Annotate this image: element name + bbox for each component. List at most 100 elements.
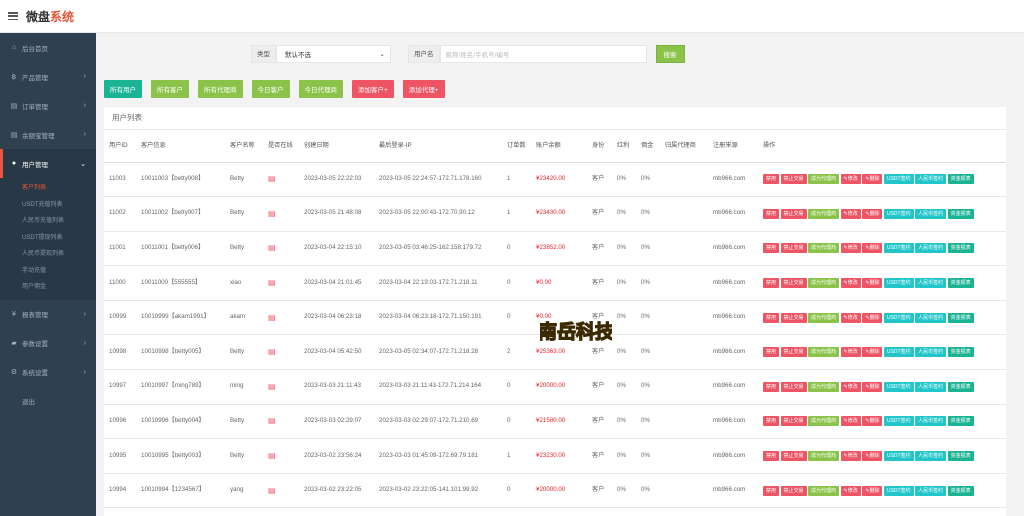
action-button[interactable]: 人民币签约 xyxy=(915,347,947,358)
action-button[interactable]: 禁止交易 xyxy=(780,278,807,289)
action-button[interactable]: ✎删除 xyxy=(862,416,883,427)
action-button[interactable]: 资金报表 xyxy=(947,451,974,462)
action-button[interactable]: 资金报表 xyxy=(947,174,974,185)
action-button[interactable]: ✎删除 xyxy=(862,451,883,462)
filter-button[interactable]: 添加客户+ xyxy=(352,80,394,98)
action-button[interactable]: 成为代理商 xyxy=(808,243,840,254)
submenu-item[interactable]: 人民币提现列表 xyxy=(0,246,96,263)
sidebar-item-3[interactable]: ▤ 余额宝管理 › xyxy=(0,120,96,149)
sidebar-item-2[interactable]: ▤ 订单管理 › xyxy=(0,91,96,120)
sidebar-item-4[interactable]: ● 用户管理 ⌄ xyxy=(0,149,96,178)
search-button[interactable]: 搜索 xyxy=(655,45,685,63)
action-button[interactable]: 成为代理商 xyxy=(808,485,840,496)
action-button[interactable]: ✎修改 xyxy=(840,312,861,323)
sidebar-item-b0[interactable]: ¥ 报表管理 › xyxy=(0,300,96,329)
action-button[interactable]: ✎删除 xyxy=(862,312,883,323)
action-button[interactable]: 成为代理商 xyxy=(808,312,840,323)
submenu-item[interactable]: USDT提现列表 xyxy=(0,230,96,247)
action-button[interactable]: 禁用 xyxy=(763,485,780,496)
action-button[interactable]: 人民币签约 xyxy=(915,485,947,496)
action-button[interactable]: 人民币签约 xyxy=(915,174,947,185)
action-button[interactable]: 成为代理商 xyxy=(808,174,840,185)
action-button[interactable]: 禁止交易 xyxy=(780,208,807,219)
sidebar-item-b2[interactable]: ⚙ 系统设置 › xyxy=(0,358,96,387)
action-button[interactable]: ✎修改 xyxy=(840,174,861,185)
action-button[interactable]: ✎删除 xyxy=(862,485,883,496)
action-button[interactable]: ✎删除 xyxy=(862,278,883,289)
action-button[interactable]: ✎删除 xyxy=(862,381,883,392)
action-button[interactable]: USDT签约 xyxy=(883,312,914,323)
action-button[interactable]: 禁用 xyxy=(763,208,780,219)
action-button[interactable]: USDT签约 xyxy=(883,243,914,254)
action-button[interactable]: ✎修改 xyxy=(840,347,861,358)
menu-toggle-icon[interactable] xyxy=(8,12,18,20)
filter-button[interactable]: 添加代理+ xyxy=(402,80,445,98)
action-button[interactable]: ✎修改 xyxy=(840,243,861,254)
filter-button[interactable]: 今日客户 xyxy=(251,80,290,98)
action-button[interactable]: 禁用 xyxy=(763,347,780,358)
action-button[interactable]: USDT签约 xyxy=(883,485,914,496)
action-button[interactable]: 资金报表 xyxy=(947,312,974,323)
sidebar-item-b3[interactable]: 退出 xyxy=(0,387,96,416)
action-button[interactable]: 禁止交易 xyxy=(780,243,807,254)
action-button[interactable]: 人民币签约 xyxy=(915,243,947,254)
action-button[interactable]: 禁止交易 xyxy=(780,174,807,185)
submenu-item[interactable]: USDT充值列表 xyxy=(0,197,96,214)
filter-button[interactable]: 所有用户 xyxy=(104,80,142,98)
action-button[interactable]: ✎修改 xyxy=(840,485,861,496)
action-button[interactable]: ✎修改 xyxy=(840,451,861,462)
action-button[interactable]: 成为代理商 xyxy=(808,416,840,427)
action-button[interactable]: ✎删除 xyxy=(862,347,883,358)
action-button[interactable]: ✎删除 xyxy=(862,243,883,254)
action-button[interactable]: 资金报表 xyxy=(947,243,974,254)
action-button[interactable]: 资金报表 xyxy=(947,416,974,427)
sidebar-item-0[interactable]: ⌂ 后台首页 xyxy=(0,33,96,62)
action-button[interactable]: 人民币签约 xyxy=(915,208,947,219)
action-button[interactable]: USDT签约 xyxy=(883,451,914,462)
action-button[interactable]: 人民币签约 xyxy=(915,451,947,462)
submenu-item[interactable]: 客户列表 xyxy=(0,180,96,197)
action-button[interactable]: 禁止交易 xyxy=(780,312,807,323)
action-button[interactable]: 资金报表 xyxy=(947,278,974,289)
action-button[interactable]: ✎修改 xyxy=(840,208,861,219)
action-button[interactable]: USDT签约 xyxy=(883,347,914,358)
action-button[interactable]: 资金报表 xyxy=(947,208,974,219)
submenu-item[interactable]: 手动充值 xyxy=(0,263,96,280)
action-button[interactable]: 人民币签约 xyxy=(915,278,947,289)
action-button[interactable]: 成为代理商 xyxy=(808,381,840,392)
action-button[interactable]: ✎修改 xyxy=(840,278,861,289)
action-button[interactable]: 资金报表 xyxy=(947,485,974,496)
submenu-item[interactable]: 用户佣金 xyxy=(0,279,96,296)
action-button[interactable]: 人民币签约 xyxy=(915,416,947,427)
action-button[interactable]: 成为代理商 xyxy=(808,451,840,462)
action-button[interactable]: 禁用 xyxy=(763,243,780,254)
action-button[interactable]: ✎删除 xyxy=(862,208,883,219)
sidebar-item-1[interactable]: ฿ 产品管理 › xyxy=(0,62,96,91)
action-button[interactable]: 禁用 xyxy=(763,312,780,323)
action-button[interactable]: 人民币签约 xyxy=(915,312,947,323)
action-button[interactable]: ✎修改 xyxy=(840,381,861,392)
sidebar-item-b1[interactable]: ▰ 参数设置 › xyxy=(0,329,96,358)
action-button[interactable]: USDT签约 xyxy=(883,416,914,427)
action-button[interactable]: 资金报表 xyxy=(947,347,974,358)
action-button[interactable]: 成为代理商 xyxy=(808,208,840,219)
username-input[interactable]: 昵称/姓名/手机号/编号 xyxy=(439,45,647,63)
action-button[interactable]: 成为代理商 xyxy=(808,278,840,289)
action-button[interactable]: 禁用 xyxy=(763,174,780,185)
type-select[interactable]: 默认不选 ⌄ xyxy=(276,45,391,63)
action-button[interactable]: 禁用 xyxy=(763,381,780,392)
action-button[interactable]: 禁止交易 xyxy=(780,381,807,392)
action-button[interactable]: 成为代理商 xyxy=(808,347,840,358)
action-button[interactable]: ✎修改 xyxy=(840,416,861,427)
action-button[interactable]: USDT签约 xyxy=(883,208,914,219)
filter-button[interactable]: 所有代理商 xyxy=(198,80,243,98)
action-button[interactable]: USDT签约 xyxy=(883,174,914,185)
action-button[interactable]: 禁用 xyxy=(763,451,780,462)
action-button[interactable]: ✎删除 xyxy=(862,174,883,185)
action-button[interactable]: 资金报表 xyxy=(947,381,974,392)
filter-button[interactable]: 所有客户 xyxy=(151,80,189,98)
action-button[interactable]: USDT签约 xyxy=(883,278,914,289)
submenu-item[interactable]: 人民币充值列表 xyxy=(0,213,96,230)
action-button[interactable]: 禁止交易 xyxy=(780,416,807,427)
action-button[interactable]: 禁用 xyxy=(763,278,780,289)
